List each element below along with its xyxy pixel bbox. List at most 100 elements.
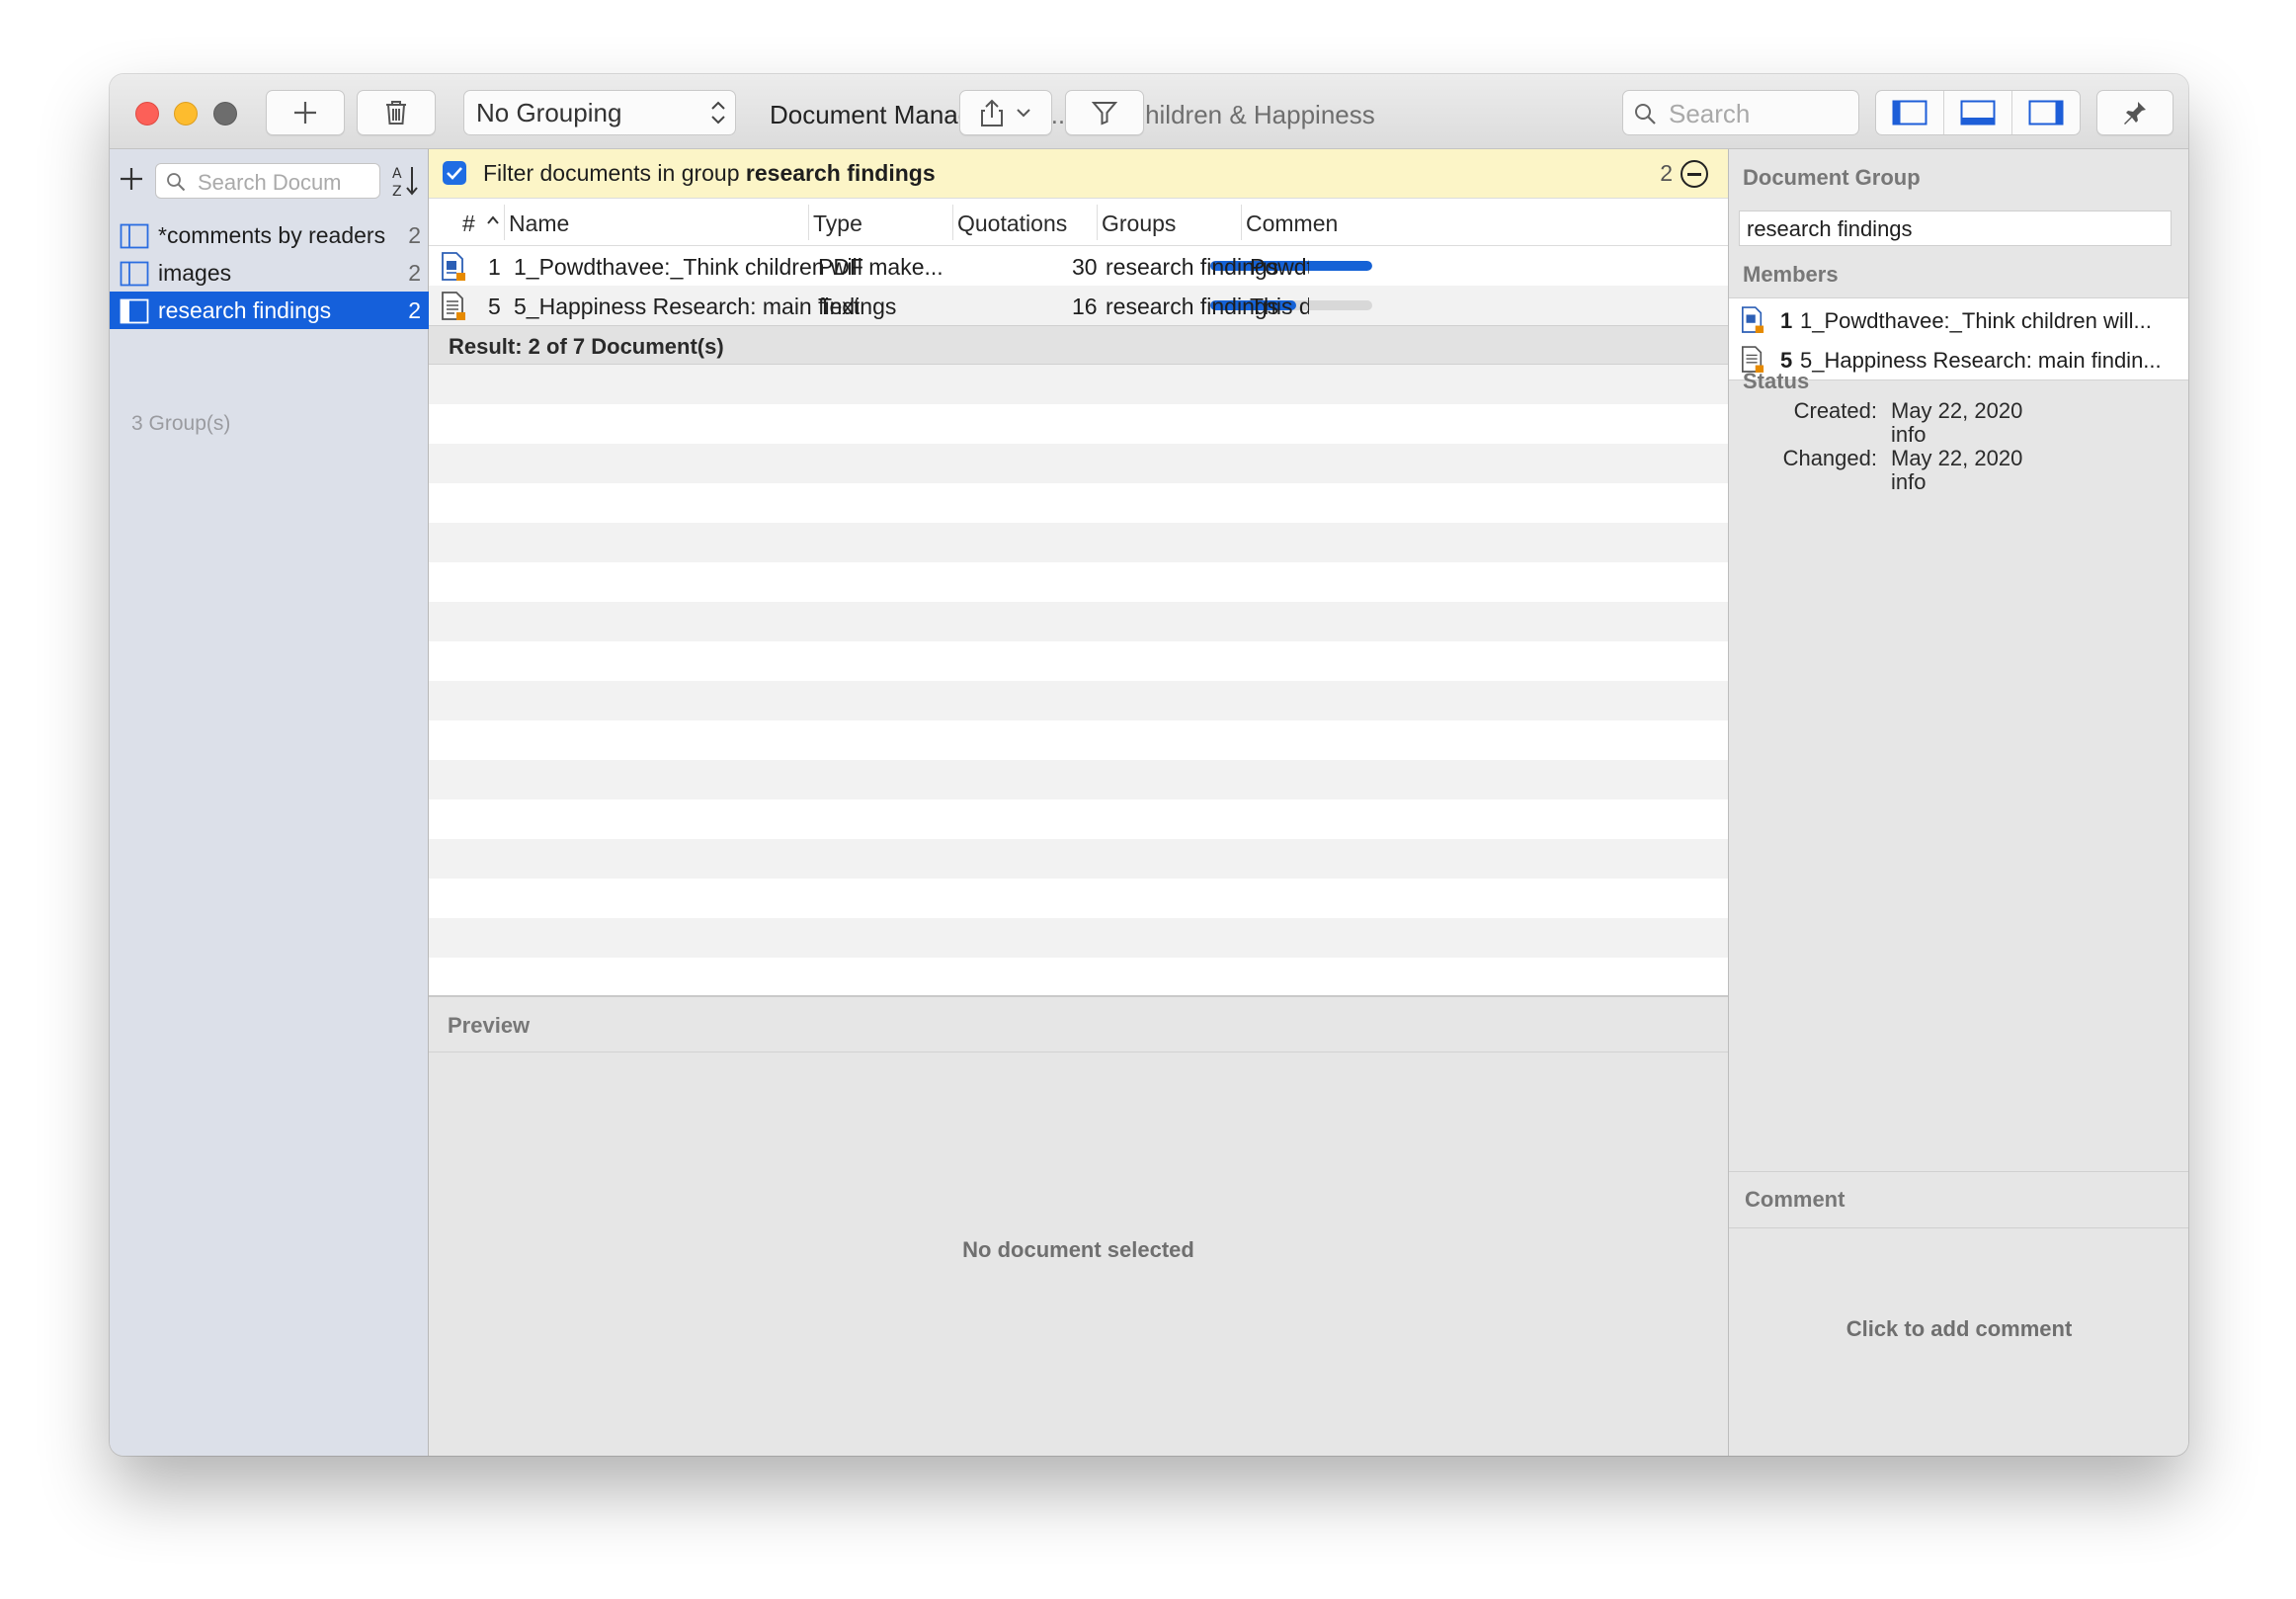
toolbar: No Grouping Document Manager — A...ject:… <box>110 74 2188 149</box>
pin-icon <box>2124 102 2146 125</box>
toolbar-search-placeholder: Search <box>1669 99 1751 128</box>
panel-view-segmented-control <box>1875 90 2081 135</box>
member-number: 1 <box>1780 308 1793 333</box>
toggle-left-panel-button[interactable] <box>1876 91 1944 134</box>
preview-header: Preview <box>429 995 1728 1052</box>
toggle-right-panel-button[interactable] <box>2012 91 2080 134</box>
row-comment: Powdtha <box>1250 254 1309 280</box>
filter-bar: Filter documents in group research findi… <box>429 149 1728 199</box>
changed-label: Changed: <box>1782 446 1877 470</box>
empty-table-area <box>429 365 1728 995</box>
sidebar-group-count: 2 <box>408 222 421 248</box>
sidebar-group-images[interactable]: images 2 <box>110 254 429 292</box>
sidebar-search-placeholder: Search Docum <box>198 170 342 195</box>
preview-area: No document selected <box>429 1052 1728 1456</box>
window-title-project: — A...ject: Children & Happiness <box>1002 100 1375 129</box>
pin-button[interactable] <box>2096 90 2173 135</box>
changed-user: info <box>1891 469 1927 494</box>
funnel-icon <box>1092 102 1117 126</box>
row-type: Text <box>818 294 861 319</box>
row-type: PDF <box>818 254 863 280</box>
document-list-pane: Filter documents in group research findi… <box>429 149 1728 1456</box>
row-name: 1_Powdthavee:_Think children will make..… <box>514 254 943 280</box>
sidebar-group-name: *comments by readers <box>158 222 386 248</box>
delete-document-button[interactable] <box>357 90 436 135</box>
inspector-pane: Document Group research findings Members… <box>1728 149 2188 1456</box>
group-name-field[interactable]: research findings <box>1739 210 2172 246</box>
search-icon <box>167 173 186 192</box>
filter-group-name: research findings <box>745 160 936 186</box>
sort-ascending-icon <box>487 215 499 224</box>
table-header: # Name Type Quotations Groups Commen <box>429 199 1728 246</box>
toolbar-search-field[interactable]: Search <box>1622 90 1859 135</box>
sidebar-group-count-footer: 3 Group(s) <box>131 412 231 435</box>
search-icon <box>1635 104 1656 125</box>
share-icon <box>981 99 1003 126</box>
result-summary: Result: 2 of 7 Document(s) <box>429 325 1728 365</box>
svg-text:Z: Z <box>392 184 402 199</box>
column-header-type[interactable]: Type <box>813 210 862 237</box>
document-group-icon <box>120 223 149 249</box>
document-group-header: Document Group <box>1743 165 1921 190</box>
sidebar-search-field[interactable]: Search Docum <box>155 163 380 199</box>
sidebar-group-name: images <box>158 260 232 286</box>
column-header-comment[interactable]: Commen <box>1246 210 1338 237</box>
document-group-icon <box>120 261 149 287</box>
add-group-button[interactable] <box>118 165 145 193</box>
comment-title: Comment <box>1745 1187 1845 1212</box>
sort-az-icon[interactable]: A Z <box>390 163 420 199</box>
row-quotations: 30 <box>1072 254 1098 280</box>
column-header-number[interactable]: # <box>462 210 475 237</box>
status-header: Status <box>1743 369 1810 393</box>
filter-checkbox[interactable] <box>443 161 466 185</box>
left-panel-icon <box>1892 100 1927 126</box>
row-number: 5 <box>488 294 501 319</box>
pdf-document-icon <box>442 252 465 281</box>
chevron-down-icon <box>1017 109 1030 118</box>
created-date: May 22, 2020 <box>1891 398 2023 423</box>
filter-count: 2 <box>1660 160 1673 186</box>
column-header-quotations[interactable]: Quotations <box>957 210 1067 237</box>
share-button[interactable] <box>959 90 1052 135</box>
sidebar-group-name: research findings <box>158 297 332 323</box>
sidebar-group-count: 2 <box>408 297 421 323</box>
comment-header: Comment <box>1729 1171 2188 1228</box>
close-window-button[interactable] <box>135 102 159 126</box>
members-header: Members <box>1743 262 1839 287</box>
sidebar-group-count: 2 <box>408 260 421 286</box>
document-manager-window: No Grouping Document Manager — A...ject:… <box>110 74 2188 1456</box>
sidebar-group-comments-by-readers[interactable]: *comments by readers 2 <box>110 216 429 254</box>
add-document-button[interactable] <box>266 90 345 135</box>
changed-date: May 22, 2020 <box>1891 446 2023 470</box>
filter-button[interactable] <box>1065 90 1144 135</box>
pdf-document-icon <box>1742 306 1764 333</box>
minimize-window-button[interactable] <box>174 102 198 126</box>
member-item[interactable]: 1 1_Powdthavee:_Think children will... <box>1729 300 2188 340</box>
row-comment: This doc <box>1250 294 1309 319</box>
remove-filter-button[interactable] <box>1681 160 1708 188</box>
sidebar-group-research-findings[interactable]: research findings 2 <box>110 292 429 329</box>
filter-description: Filter documents in group research findi… <box>483 160 936 187</box>
column-header-name[interactable]: Name <box>509 210 569 237</box>
trash-icon <box>386 101 406 125</box>
member-name: 5_Happiness Research: main findin... <box>1800 348 2162 373</box>
updown-chevron-icon <box>711 101 725 125</box>
member-name: 1_Powdthavee:_Think children will... <box>1800 308 2152 333</box>
zoom-window-button[interactable] <box>213 102 237 126</box>
comment-placeholder: Click to add comment <box>1845 1316 2073 1341</box>
svg-text:A: A <box>392 166 402 182</box>
column-header-groups[interactable]: Groups <box>1102 210 1176 237</box>
preview-title: Preview <box>448 1013 531 1038</box>
bottom-panel-icon <box>1960 100 1996 126</box>
table-row[interactable]: 5 5_Happiness Research: main findings Te… <box>429 286 1728 325</box>
table-row[interactable]: 1 1_Powdthavee:_Think children will make… <box>429 246 1728 286</box>
toggle-bottom-panel-button[interactable] <box>1944 91 2012 134</box>
created-user: info <box>1891 422 1927 447</box>
plus-icon <box>294 102 316 124</box>
grouping-select[interactable]: No Grouping <box>463 90 736 135</box>
groups-sidebar: Search Docum A Z *comments by readers 2 … <box>110 149 429 1456</box>
preview-empty-message: No document selected <box>962 1237 1194 1262</box>
grouping-value: No Grouping <box>476 98 622 127</box>
result-text: Result: 2 of 7 Document(s) <box>449 334 724 359</box>
row-number: 1 <box>488 254 501 280</box>
